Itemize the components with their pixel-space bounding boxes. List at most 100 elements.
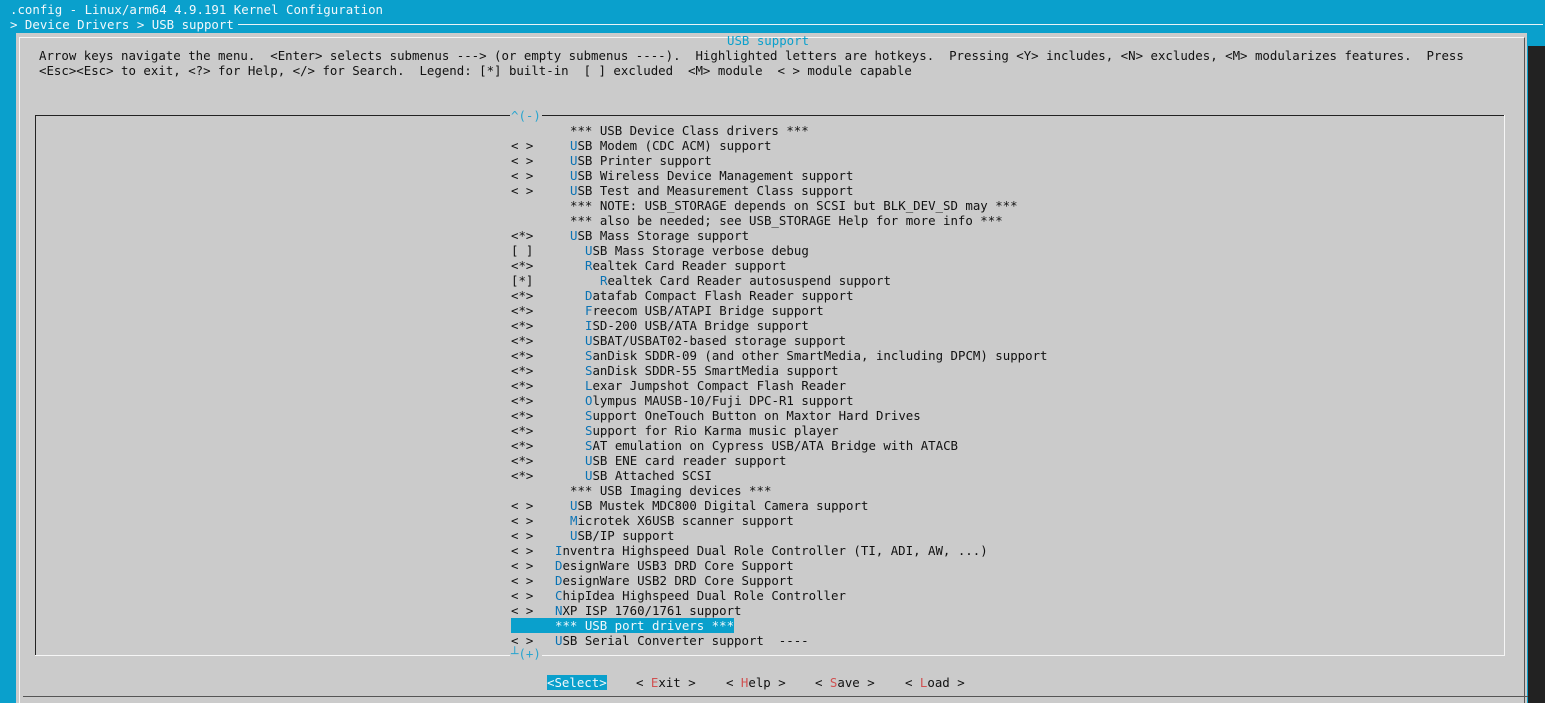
menu-item[interactable]: < > NXP ISP 1760/1761 support xyxy=(511,603,742,618)
save-button[interactable]: < Save > xyxy=(815,675,875,690)
select-button[interactable]: <Select> xyxy=(547,675,607,690)
menu-item-label: SB Printer support xyxy=(577,153,712,168)
menu-item[interactable]: *** USB port drivers *** xyxy=(511,618,735,633)
menu-item-label: anDisk SDDR-09 (and other SmartMedia, in… xyxy=(592,348,1048,363)
menu-item-label: SB Mass Storage verbose debug xyxy=(592,243,809,258)
menu-item[interactable]: <*> USB Attached SCSI xyxy=(511,468,712,483)
menu-item-state: [*] xyxy=(511,273,534,288)
menu-item[interactable]: < > DesignWare USB3 DRD Core Support xyxy=(511,558,794,573)
menu-item[interactable]: < > USB Mustek MDC800 Digital Camera supp… xyxy=(511,498,868,513)
menu-item-label: ealtek Card Reader support xyxy=(592,258,787,273)
menu-item-state: <*> xyxy=(511,393,534,408)
menu-item[interactable]: < > USB Test and Measurement Class suppor… xyxy=(511,183,853,198)
menu-item[interactable]: < > Inventra Highspeed Dual Role Controll… xyxy=(511,543,988,558)
save-button-label: ave > xyxy=(837,675,875,690)
menu-item-state: <*> xyxy=(511,423,534,438)
menu-item[interactable]: < > USB Printer support xyxy=(511,153,712,168)
exit-button-label: xit > xyxy=(658,675,696,690)
menu-item-state: < > xyxy=(511,543,534,558)
save-button-bracket: < xyxy=(815,675,830,690)
menu-item-state: < > xyxy=(511,138,534,153)
menu-item-state: <*> xyxy=(511,468,534,483)
header-rule xyxy=(238,24,1543,25)
menu-item-state: <*> xyxy=(511,453,534,468)
menu-item-label: AT emulation on Cypress USB/ATA Bridge w… xyxy=(592,438,958,453)
menu-item-label: SB Test and Measurement Class support xyxy=(577,183,854,198)
menu-item-label: exar Jumpshot Compact Flash Reader xyxy=(592,378,847,393)
menu-item[interactable]: *** NOTE: USB_STORAGE depends on SCSI bu… xyxy=(511,198,1018,213)
menu-item[interactable]: <*> Freecom USB/ATAPI Bridge support xyxy=(511,303,824,318)
bottom-rule xyxy=(23,696,1528,697)
menu-item-label: SB/IP support xyxy=(577,528,675,543)
menu-item-label: atafab Compact Flash Reader support xyxy=(592,288,854,303)
menu-item-label: *** NOTE: USB_STORAGE depends on SCSI bu… xyxy=(570,198,1018,213)
menu-item-state: <*> xyxy=(511,318,534,333)
menu-item[interactable]: *** USB Device Class drivers *** xyxy=(511,123,809,138)
menu-item[interactable]: <*> USB ENE card reader support xyxy=(511,453,786,468)
menu-item[interactable]: < > USB Modem (CDC ACM) support xyxy=(511,138,771,153)
menu-item-label: reecom USB/ATAPI Bridge support xyxy=(592,303,824,318)
menu-item[interactable]: *** also be needed; see USB_STORAGE Help… xyxy=(511,213,1003,228)
menu-item[interactable]: <*> Datafab Compact Flash Reader support xyxy=(511,288,854,303)
scroll-up-indicator[interactable]: ^(-) xyxy=(510,108,542,123)
menu-item-state: <*> xyxy=(511,408,534,423)
menu-item-state: <*> xyxy=(511,228,534,243)
menu-item-label: upport for Rio Karma music player xyxy=(592,423,839,438)
menu-item[interactable]: <*> USBAT/USBAT02-based storage support xyxy=(511,333,846,348)
menu-item[interactable]: [*] Realtek Card Reader autosuspend suppo… xyxy=(511,273,891,288)
load-button[interactable]: < Load > xyxy=(905,675,965,690)
help-text-line-2: <Esc><Esc> to exit, <?> for Help, </> fo… xyxy=(39,63,912,78)
menu-item[interactable]: <*> Olympus MAUSB-10/Fuji DPC-R1 support xyxy=(511,393,854,408)
menu-item[interactable]: <*> SanDisk SDDR-55 SmartMedia support xyxy=(511,363,839,378)
menu-item[interactable]: <*> USB Mass Storage support xyxy=(511,228,749,243)
menu-item-label: SB Serial Converter support ---- xyxy=(562,633,809,648)
menu-item-state: < > xyxy=(511,528,534,543)
menu-item-state: < > xyxy=(511,513,534,528)
menu-item-label: icrotek X6USB scanner support xyxy=(577,513,794,528)
menu-item[interactable]: <*> SanDisk SDDR-09 (and other SmartMedia… xyxy=(511,348,1048,363)
scroll-down-indicator[interactable]: ┴(+) xyxy=(510,646,542,661)
menu-item-state: <*> xyxy=(511,438,534,453)
menu-item[interactable]: < > DesignWare USB2 DRD Core Support xyxy=(511,573,794,588)
menu-item[interactable]: [ ] USB Mass Storage verbose debug xyxy=(511,243,809,258)
help-text-line-1: Arrow keys navigate the menu. <Enter> se… xyxy=(39,48,1464,63)
menu-item-state: <*> xyxy=(511,288,534,303)
menu-item-label: hipIdea Highspeed Dual Role Controller xyxy=(562,588,846,603)
menu-item[interactable]: <*> Realtek Card Reader support xyxy=(511,258,786,273)
menu-item-label: upport OneTouch Button on Maxtor Hard Dr… xyxy=(592,408,921,423)
menu-item-label: SB Mustek MDC800 Digital Camera support xyxy=(577,498,869,513)
menu-item-label: *** USB port drivers *** xyxy=(555,618,735,633)
menu-item-label: *** USB Device Class drivers *** xyxy=(570,123,809,138)
help-button-label: elp > xyxy=(748,675,786,690)
menu-item-label: esignWare USB3 DRD Core Support xyxy=(562,558,794,573)
menu-item-label: SBAT/USBAT02-based storage support xyxy=(592,333,847,348)
menu-item-state: < > xyxy=(511,633,534,648)
exit-button-bracket: < xyxy=(636,675,651,690)
menu-item[interactable]: <*> ISD-200 USB/ATA Bridge support xyxy=(511,318,809,333)
menu-item-label: *** USB Imaging devices *** xyxy=(570,483,772,498)
menu-item-state: < > xyxy=(511,153,534,168)
menu-item[interactable]: < > Microtek X6USB scanner support xyxy=(511,513,794,528)
menu-item-label: nventra Highspeed Dual Role Controller (… xyxy=(562,543,988,558)
menu-item-state: <*> xyxy=(511,378,534,393)
menu-item-state: <*> xyxy=(511,348,534,363)
menu-item[interactable]: *** USB Imaging devices *** xyxy=(511,483,771,498)
menu-item-label: SB Attached SCSI xyxy=(592,468,712,483)
help-button[interactable]: < Help > xyxy=(726,675,786,690)
menu-item[interactable]: <*> Lexar Jumpshot Compact Flash Reader xyxy=(511,378,846,393)
menu-list-border-right xyxy=(1504,115,1505,655)
menu-item-label: XP ISP 1760/1761 support xyxy=(562,603,742,618)
menu-item-state: <*> xyxy=(511,303,534,318)
menu-item[interactable]: < > USB/IP support xyxy=(511,528,674,543)
menu-item[interactable]: <*> SAT emulation on Cypress USB/ATA Brid… xyxy=(511,438,958,453)
menu-item[interactable]: <*> Support for Rio Karma music player xyxy=(511,423,839,438)
dialog-shadow xyxy=(1528,46,1545,703)
menu-item[interactable]: < > USB Serial Converter support ---- xyxy=(511,633,809,648)
menu-item[interactable]: < > ChipIdea Highspeed Dual Role Controll… xyxy=(511,588,846,603)
menu-item-label: anDisk SDDR-55 SmartMedia support xyxy=(592,363,839,378)
exit-button[interactable]: < Exit > xyxy=(636,675,696,690)
menu-item-state: < > xyxy=(511,573,534,588)
menu-list-border-bottom xyxy=(35,655,1505,656)
menu-item[interactable]: <*> Support OneTouch Button on Maxtor Har… xyxy=(511,408,921,423)
menu-item[interactable]: < > USB Wireless Device Management suppor… xyxy=(511,168,853,183)
